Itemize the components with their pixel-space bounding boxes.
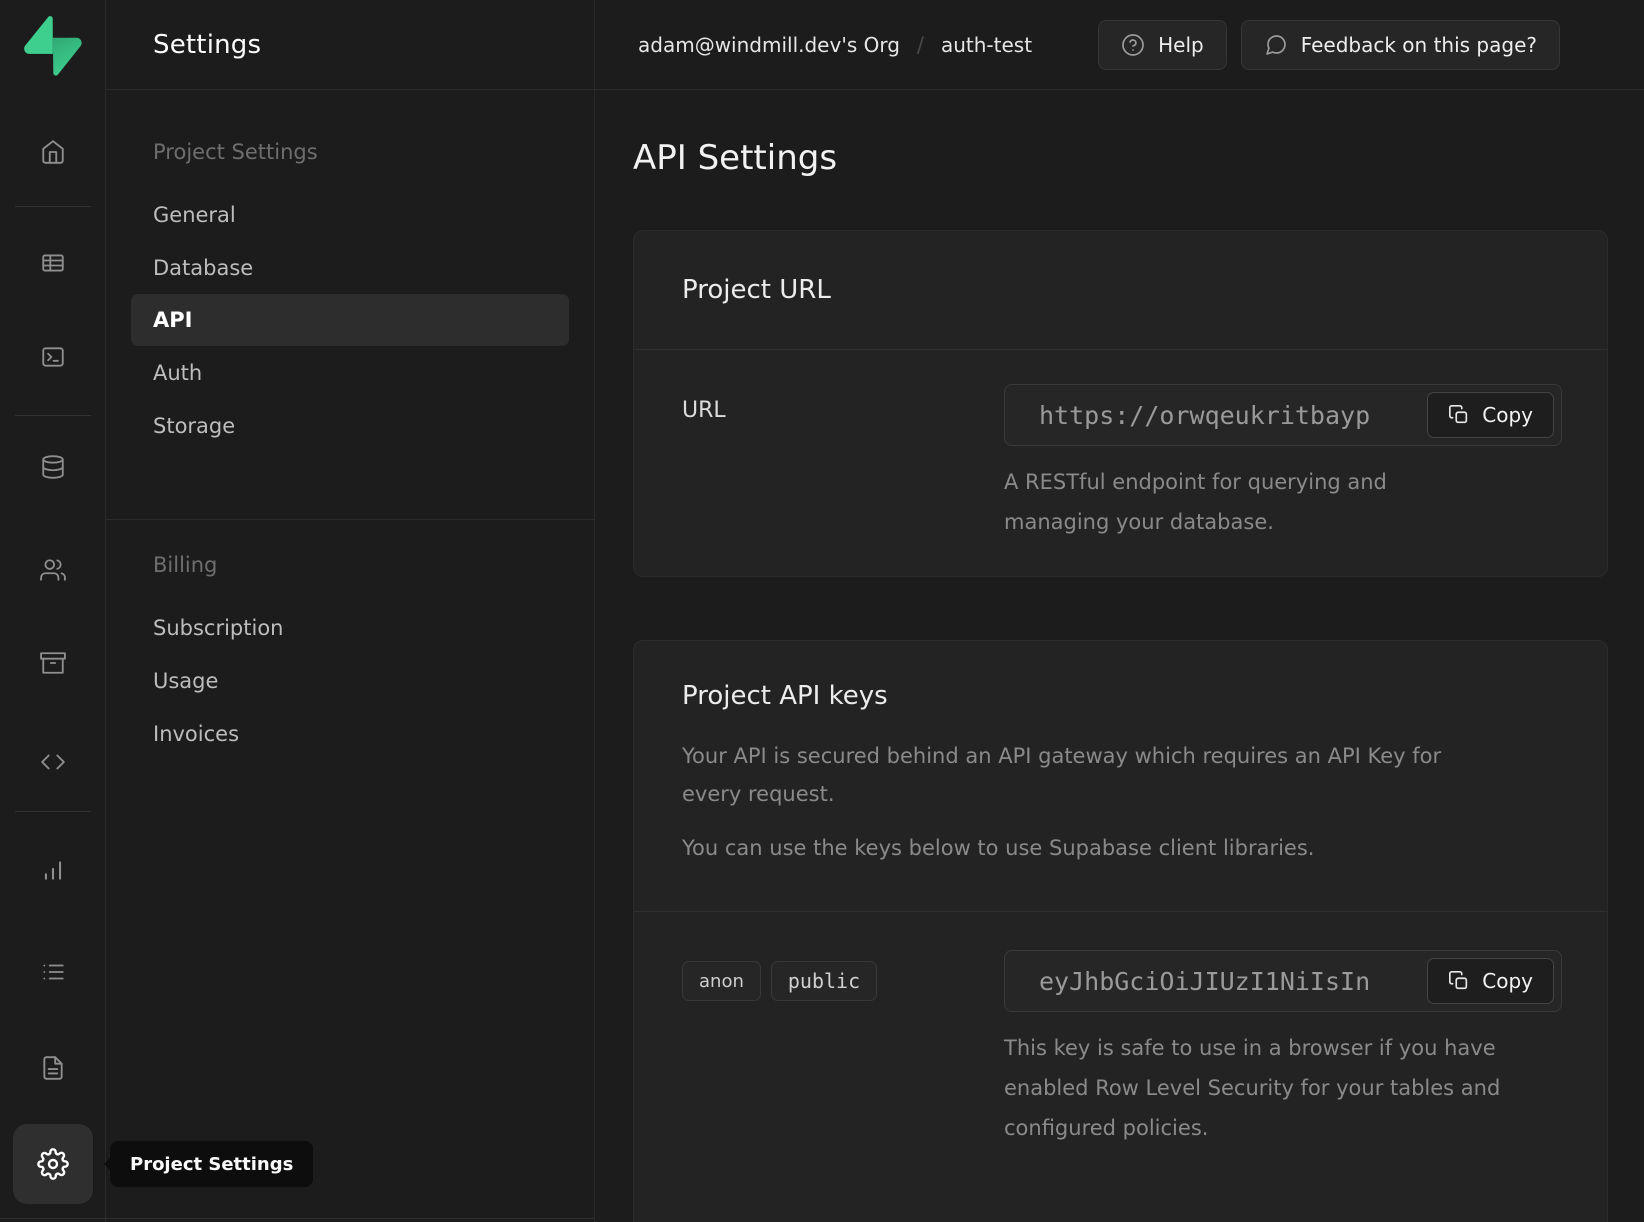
feedback-button[interactable]: Feedback on this page? (1241, 20, 1560, 70)
api-keys-description-1: Your API is secured behind an API gatewa… (682, 737, 1477, 813)
icon-rail (0, 0, 106, 1222)
topbar: adam@windmill.dev's Org / auth-test Help… (595, 0, 1644, 90)
sidebar-item-database[interactable] (40, 454, 66, 480)
help-button[interactable]: Help (1098, 20, 1227, 70)
menu-item-usage[interactable]: Usage (106, 654, 594, 707)
project-url-title: Project URL (682, 275, 1559, 305)
url-field-row: URL https://orwqeukritbayp Copy (682, 384, 1562, 542)
menu-item-general[interactable]: General (106, 188, 594, 241)
page-content: API Settings Project URL URL https://orw… (595, 90, 1644, 1222)
url-field-col: https://orwqeukritbayp Copy A RESTful en… (1004, 384, 1562, 542)
page-title: API Settings (633, 138, 1608, 178)
bar-chart-icon (40, 857, 66, 883)
anon-key-badges: anon public (682, 950, 1004, 1001)
menu-item-api[interactable]: API (131, 294, 569, 346)
copy-icon (1448, 404, 1470, 426)
api-keys-card-header: Project API keys Your API is secured beh… (634, 641, 1607, 912)
sidebar-item-home[interactable] (40, 139, 66, 165)
sidebar-item-project-settings[interactable] (13, 1124, 93, 1204)
sidebar-item-storage[interactable] (40, 650, 66, 676)
anon-key-row: anon public eyJhbGciOiJIUzI1NiIsIn (682, 950, 1562, 1148)
anon-key-description: This key is safe to use in a browser if … (1004, 1028, 1509, 1148)
feedback-button-label: Feedback on this page? (1301, 33, 1537, 57)
sidebar-item-auth[interactable] (40, 557, 66, 583)
main-area: adam@windmill.dev's Org / auth-test Help… (595, 0, 1644, 1222)
settings-title: Settings (153, 30, 261, 60)
storage-archive-icon (40, 650, 66, 676)
project-settings-tooltip-label: Project Settings (130, 1154, 293, 1175)
menu-item-invoices[interactable]: Invoices (106, 707, 594, 760)
gear-icon (37, 1148, 69, 1180)
breadcrumb-separator: / (917, 33, 924, 57)
supabase-logo[interactable] (24, 16, 82, 76)
help-button-label: Help (1158, 33, 1204, 57)
project-url-description: A RESTful endpoint for querying and mana… (1004, 462, 1434, 542)
sidebar-item-edge-functions[interactable] (40, 749, 66, 775)
sidebar-item-logs[interactable] (40, 959, 66, 985)
project-settings-tooltip: Project Settings (110, 1141, 313, 1187)
sidebar-bottom-border (0, 1218, 595, 1219)
menu-item-database[interactable]: Database (106, 241, 594, 294)
sidebar-item-sql-editor[interactable] (40, 344, 66, 370)
app-root: Settings Project Settings General Databa… (0, 0, 1644, 1222)
home-icon (40, 139, 66, 165)
public-badge: public (771, 961, 877, 1001)
settings-menu-body: Project Settings General Database API Au… (106, 90, 594, 760)
api-keys-card: Project API keys Your API is secured beh… (633, 640, 1608, 1222)
anon-key-value: eyJhbGciOiJIUzI1NiIsIn (1039, 967, 1370, 996)
rail-divider (15, 206, 91, 207)
anon-key-col: eyJhbGciOiJIUzI1NiIsIn Copy This key is … (1004, 950, 1562, 1148)
table-editor-icon (40, 250, 66, 276)
topbar-actions: Help Feedback on this page? (1098, 20, 1560, 70)
sidebar-item-api-docs[interactable] (40, 1055, 66, 1081)
api-keys-title: Project API keys (682, 681, 1559, 711)
breadcrumb-org[interactable]: adam@windmill.dev's Org (638, 33, 900, 57)
rail-divider (15, 415, 91, 416)
project-url-value: https://orwqeukritbayp (1039, 401, 1370, 430)
supabase-bolt-icon (24, 16, 82, 76)
copy-url-button[interactable]: Copy (1427, 392, 1554, 438)
breadcrumb: adam@windmill.dev's Org / auth-test (638, 33, 1032, 57)
project-url-card-header: Project URL (634, 231, 1607, 350)
section-label-billing: Billing (106, 553, 594, 577)
help-circle-icon (1121, 33, 1145, 57)
anon-key-input[interactable]: eyJhbGciOiJIUzI1NiIsIn Copy (1004, 950, 1562, 1012)
copy-anon-key-label: Copy (1482, 969, 1533, 993)
database-icon (40, 454, 66, 480)
sql-terminal-icon (40, 344, 66, 370)
file-text-icon (40, 1055, 66, 1081)
users-icon (40, 557, 66, 583)
settings-menu: Settings Project Settings General Databa… (106, 0, 595, 1222)
menu-item-auth[interactable]: Auth (106, 346, 594, 399)
message-bubble-icon (1264, 33, 1288, 57)
menu-item-storage[interactable]: Storage (106, 399, 594, 452)
list-icon (40, 959, 66, 985)
copy-url-label: Copy (1482, 403, 1533, 427)
sidebar-item-reports[interactable] (40, 857, 66, 883)
menu-item-subscription[interactable]: Subscription (106, 601, 594, 654)
copy-icon (1448, 970, 1470, 992)
section-label-project-settings: Project Settings (106, 140, 594, 164)
copy-anon-key-button[interactable]: Copy (1427, 958, 1554, 1004)
rail-divider (15, 811, 91, 812)
url-field-label: URL (682, 384, 1004, 423)
menu-divider (106, 519, 594, 520)
anon-badge: anon (682, 961, 761, 1001)
api-keys-description-2: You can use the keys below to use Supaba… (682, 829, 1477, 867)
project-url-card: Project URL URL https://orwqeukritbayp (633, 230, 1608, 577)
api-keys-card-body: anon public eyJhbGciOiJIUzI1NiIsIn (634, 912, 1607, 1222)
settings-menu-header: Settings (106, 0, 594, 90)
project-url-card-body: URL https://orwqeukritbayp Copy (634, 350, 1607, 576)
sidebar-item-table-editor[interactable] (40, 250, 66, 276)
project-url-input[interactable]: https://orwqeukritbayp Copy (1004, 384, 1562, 446)
breadcrumb-project[interactable]: auth-test (941, 33, 1032, 57)
code-brackets-icon (40, 749, 66, 775)
